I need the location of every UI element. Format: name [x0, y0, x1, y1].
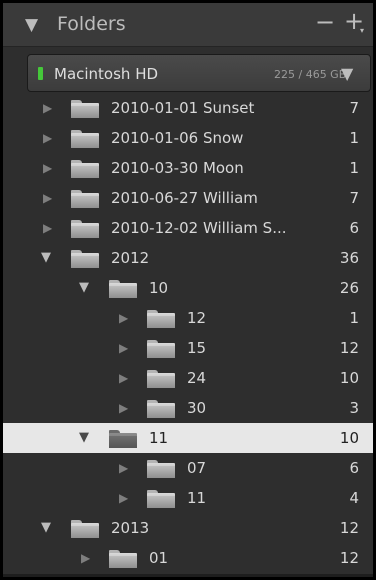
folder-photo-count: 7 — [349, 99, 359, 117]
folder-name: 15 — [187, 339, 207, 357]
folder-row[interactable]: ▼ 2012 36 — [3, 243, 373, 273]
folder-name: 2010-03-30 Moon — [111, 159, 244, 177]
disclosure-collapsed-icon[interactable]: ▶ — [119, 489, 128, 507]
disclosure-collapsed-icon[interactable]: ▶ — [81, 549, 90, 567]
folder-name: 2010-12-02 William S... — [111, 219, 287, 237]
folder-row[interactable]: ▼ 10 26 — [3, 273, 373, 303]
folder-photo-count: 12 — [339, 549, 359, 567]
remove-folder-button[interactable]: − — [315, 8, 335, 36]
folder-row[interactable]: ▶ 07 6 — [3, 453, 373, 483]
folder-photo-count: 12 — [339, 519, 359, 537]
disclosure-collapsed-icon[interactable]: ▶ — [119, 339, 128, 357]
disclosure-expanded-icon[interactable]: ▼ — [79, 279, 89, 297]
folder-icon — [147, 340, 175, 358]
folder-row[interactable]: ▼ 11 10 — [3, 423, 373, 453]
folders-panel: ▼ Folders − + ▾ Macintosh HD 225 / 465 G… — [0, 0, 376, 580]
folder-row[interactable]: ▶ 2010-12-02 William S... 6 — [3, 213, 373, 243]
folder-name: 2012 — [111, 249, 150, 267]
disclosure-collapsed-icon[interactable]: ▶ — [119, 399, 128, 417]
folder-icon — [71, 160, 99, 178]
folder-row[interactable]: ▶ 30 3 — [3, 393, 373, 423]
folder-name: 01 — [149, 549, 169, 567]
folder-name: 12 — [187, 309, 207, 327]
folder-photo-count: 12 — [339, 339, 359, 357]
folder-icon — [71, 250, 99, 268]
folder-name: 11 — [187, 489, 207, 507]
folder-name: 24 — [187, 369, 207, 387]
volume-status-indicator — [38, 67, 43, 80]
folder-icon — [147, 310, 175, 328]
folder-icon — [71, 190, 99, 208]
disclosure-collapsed-icon[interactable]: ▶ — [43, 99, 52, 117]
disclosure-expanded-icon[interactable]: ▼ — [41, 519, 51, 537]
folder-name: 07 — [187, 459, 207, 477]
folder-name: 10 — [149, 279, 169, 297]
folder-row[interactable]: ▶ 12 1 — [3, 303, 373, 333]
disclosure-collapsed-icon[interactable]: ▶ — [119, 369, 128, 387]
disclosure-collapsed-icon[interactable]: ▶ — [43, 189, 52, 207]
folder-name: 2013 — [111, 519, 150, 537]
panel-bottom-edge — [3, 574, 373, 577]
folder-row[interactable]: ▼ 2013 12 — [3, 513, 373, 543]
folder-name: 11 — [149, 429, 169, 447]
folder-icon — [109, 550, 137, 568]
folder-photo-count: 1 — [349, 159, 359, 177]
folder-photo-count: 1 — [349, 309, 359, 327]
disclosure-collapsed-icon[interactable]: ▶ — [119, 459, 128, 477]
folder-photo-count: 6 — [349, 219, 359, 237]
folders-panel-header[interactable]: ▼ Folders − + ▾ — [3, 3, 373, 47]
folder-photo-count: 4 — [349, 489, 359, 507]
folder-row[interactable]: ▶ 24 10 — [3, 363, 373, 393]
folder-photo-count: 36 — [339, 249, 359, 267]
folder-icon — [147, 370, 175, 388]
folder-photo-count: 10 — [339, 429, 359, 447]
collapse-panel-icon[interactable]: ▼ — [25, 15, 38, 35]
folder-row[interactable]: ▶ 2010-01-06 Snow 1 — [3, 123, 373, 153]
volume-bar[interactable]: Macintosh HD 225 / 465 GB ▼ — [27, 54, 371, 92]
folder-icon — [147, 460, 175, 478]
folder-icon — [147, 400, 175, 418]
folder-icon — [71, 130, 99, 148]
folder-row[interactable]: ▶ 2010-06-27 William 7 — [3, 183, 373, 213]
folder-icon — [71, 520, 99, 538]
folder-photo-count: 6 — [349, 459, 359, 477]
folder-icon — [71, 220, 99, 238]
volume-usage: 225 / 465 GB — [274, 68, 347, 81]
folder-icon — [71, 100, 99, 118]
disclosure-expanded-icon[interactable]: ▼ — [41, 249, 51, 267]
add-menu-caret-icon[interactable]: ▾ — [360, 27, 364, 35]
disclosure-collapsed-icon[interactable]: ▶ — [119, 309, 128, 327]
folder-row[interactable]: ▶ 2010-03-30 Moon 1 — [3, 153, 373, 183]
folder-row[interactable]: ▶ 11 4 — [3, 483, 373, 513]
folder-photo-count: 3 — [349, 399, 359, 417]
folder-photo-count: 1 — [349, 129, 359, 147]
disclosure-expanded-icon[interactable]: ▼ — [79, 429, 89, 447]
disclosure-collapsed-icon[interactable]: ▶ — [43, 159, 52, 177]
disclosure-collapsed-icon[interactable]: ▶ — [43, 219, 52, 237]
folder-photo-count: 10 — [339, 369, 359, 387]
folder-icon — [147, 490, 175, 508]
volume-name: Macintosh HD — [54, 65, 159, 83]
folder-icon — [109, 280, 137, 298]
folder-photo-count: 7 — [349, 189, 359, 207]
disclosure-collapsed-icon[interactable]: ▶ — [43, 129, 52, 147]
folder-icon — [109, 430, 137, 448]
folder-name: 30 — [187, 399, 207, 417]
folder-photo-count: 26 — [339, 279, 359, 297]
volume-menu-icon[interactable]: ▼ — [341, 64, 353, 84]
folder-name: 2010-06-27 William — [111, 189, 258, 207]
folder-row[interactable]: ▶ 15 12 — [3, 333, 373, 363]
folder-name: 2010-01-01 Sunset — [111, 99, 255, 117]
folder-name: 2010-01-06 Snow — [111, 129, 244, 147]
panel-title: Folders — [57, 13, 126, 35]
folder-row[interactable]: ▶ 01 12 — [3, 543, 373, 573]
folder-row[interactable]: ▶ 2010-01-01 Sunset 7 — [3, 93, 373, 123]
